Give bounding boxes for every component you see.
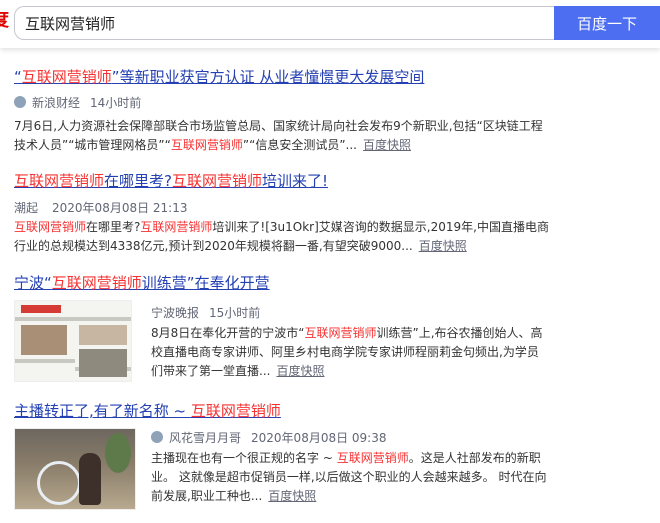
result-abstract: 8月8日在奉化开营的宁波市“互联网营销师训练营”上,布谷农播创始人、高校直播电商… — [151, 324, 546, 381]
source-name: 风花雪月月哥 — [169, 431, 242, 445]
text-segment: 在哪里考? — [104, 172, 172, 190]
livestream-photo-thumbnail[interactable] — [14, 428, 136, 510]
keyword-highlight: 互联网营销师 — [14, 220, 87, 234]
result-meta: 新浪财经 14小时前 — [14, 94, 634, 112]
source-icon — [14, 96, 26, 108]
search-box[interactable] — [14, 6, 554, 40]
text-segment: 培训来了! — [262, 172, 329, 190]
text-segment: 主播现在也有一个很正规的名字 ~ — [151, 451, 337, 465]
result-title[interactable]: “互联网营销师”等新职业获官方认证 从业者憧憬更大发展空间 — [14, 67, 634, 87]
result-1: “互联网营销师”等新职业获官方认证 从业者憧憬更大发展空间 新浪财经 14小时前 … — [14, 67, 634, 155]
text-segment: ”“信息安全测试员”... — [242, 138, 357, 152]
text-segment: 宁波“ — [14, 274, 52, 292]
abstract-text: 7月6日,人力资源社会保障部联合市场监管总局、国家统计局向社会发布9个新职业,包… — [14, 119, 543, 152]
result-time: 15小时前 — [209, 306, 261, 320]
result-abstract: 7月6日,人力资源社会保障部联合市场监管总局、国家统计局向社会发布9个新职业,包… — [14, 117, 544, 155]
author-avatar-icon — [151, 431, 163, 443]
result-title[interactable]: 主播转正了,有了新名称 ~ 互联网营销师 — [14, 401, 634, 421]
snapshot-link[interactable]: 百度快照 — [268, 489, 316, 503]
keyword-highlight: 互联网营销师 — [336, 451, 409, 465]
text-segment: “ — [14, 68, 22, 86]
abstract-text: 8月8日在奉化开营的宁波市“互联网营销师训练营”上,布谷农播创始人、高校直播电商… — [151, 326, 543, 378]
snapshot-link[interactable]: 百度快照 — [276, 364, 324, 378]
result-abstract: 主播现在也有一个很正规的名字 ~ 互联网营销师。这是人社部发布的新职业。 这就像… — [151, 449, 556, 506]
result-4-body: 风花雪月月哥 2020年08月08日 09:38 主播现在也有一个很正规的名字 ~… — [151, 429, 556, 506]
source-name: 潮起 — [14, 201, 39, 215]
result-time: 2020年08月08日 21:13 — [52, 201, 188, 215]
text-segment: 主播转正了,有了新名称 ~ — [14, 402, 191, 420]
search-input[interactable] — [15, 7, 554, 39]
text-segment: 在哪里考? — [86, 220, 141, 234]
keyword-highlight: 互联网营销师 — [190, 402, 281, 420]
result-3-body: 宁波晚报 15小时前 8月8日在奉化开营的宁波市“互联网营销师训练营”上,布谷农播… — [151, 304, 546, 381]
search-button[interactable]: 百度一下 — [554, 6, 660, 40]
abstract-text: 主播现在也有一个很正规的名字 ~ 互联网营销师。这是人社部发布的新职业。 这就像… — [151, 451, 546, 503]
result-time: 14小时前 — [90, 96, 142, 110]
result-4: 主播转正了,有了新名称 ~ 互联网营销师 — [14, 401, 634, 421]
result-meta: 潮起 2020年08月08日 21:13 — [14, 199, 634, 217]
result-title[interactable]: 互联网营销师在哪里考?互联网营销师培训来了! — [14, 171, 634, 191]
text-segment: 8月8日在奉化开营的宁波市“ — [151, 326, 305, 340]
snapshot-link[interactable]: 百度快照 — [363, 138, 411, 152]
keyword-highlight: 互联网营销师 — [170, 138, 243, 152]
result-title[interactable]: 宁波“互联网营销师训练营”在奉化开营 — [14, 273, 634, 293]
keyword-highlight: 互联网营销师 — [14, 172, 105, 190]
result-2: 互联网营销师在哪里考?互联网营销师培训来了! 潮起 2020年08月08日 21:… — [14, 171, 634, 256]
keyword-highlight: 互联网营销师 — [171, 172, 262, 190]
baidu-logo[interactable]: 度 — [0, 12, 9, 30]
newspaper-thumbnail[interactable] — [14, 300, 132, 382]
keyword-highlight: 互联网营销师 — [304, 326, 377, 340]
result-abstract: 互联网营销师在哪里考?互联网营销师培训来了![3u1Okr]艾媒咨询的数据显示,… — [14, 218, 554, 256]
keyword-highlight: 互联网营销师 — [51, 274, 142, 292]
logo-fragment: 度 — [0, 12, 9, 30]
result-time: 2020年08月08日 09:38 — [251, 431, 387, 445]
search-header: 度 百度一下 — [0, 0, 660, 48]
result-meta: 宁波晚报 15小时前 — [151, 304, 546, 322]
abstract-text: 互联网营销师在哪里考?互联网营销师培训来了![3u1Okr]艾媒咨询的数据显示,… — [14, 220, 549, 253]
keyword-highlight: 互联网营销师 — [140, 220, 213, 234]
text-segment: 训练营”在奉化开营 — [141, 274, 270, 292]
result-meta: 风花雪月月哥 2020年08月08日 09:38 — [151, 429, 556, 447]
snapshot-link[interactable]: 百度快照 — [419, 239, 467, 253]
result-3: 宁波“互联网营销师训练营”在奉化开营 — [14, 273, 634, 293]
keyword-highlight: 互联网营销师 — [21, 68, 112, 86]
text-segment: ”等新职业获官方认证 从业者憧憬更大发展空间 — [111, 68, 425, 86]
source-name: 宁波晚报 — [151, 306, 200, 320]
source-name: 新浪财经 — [32, 96, 81, 110]
